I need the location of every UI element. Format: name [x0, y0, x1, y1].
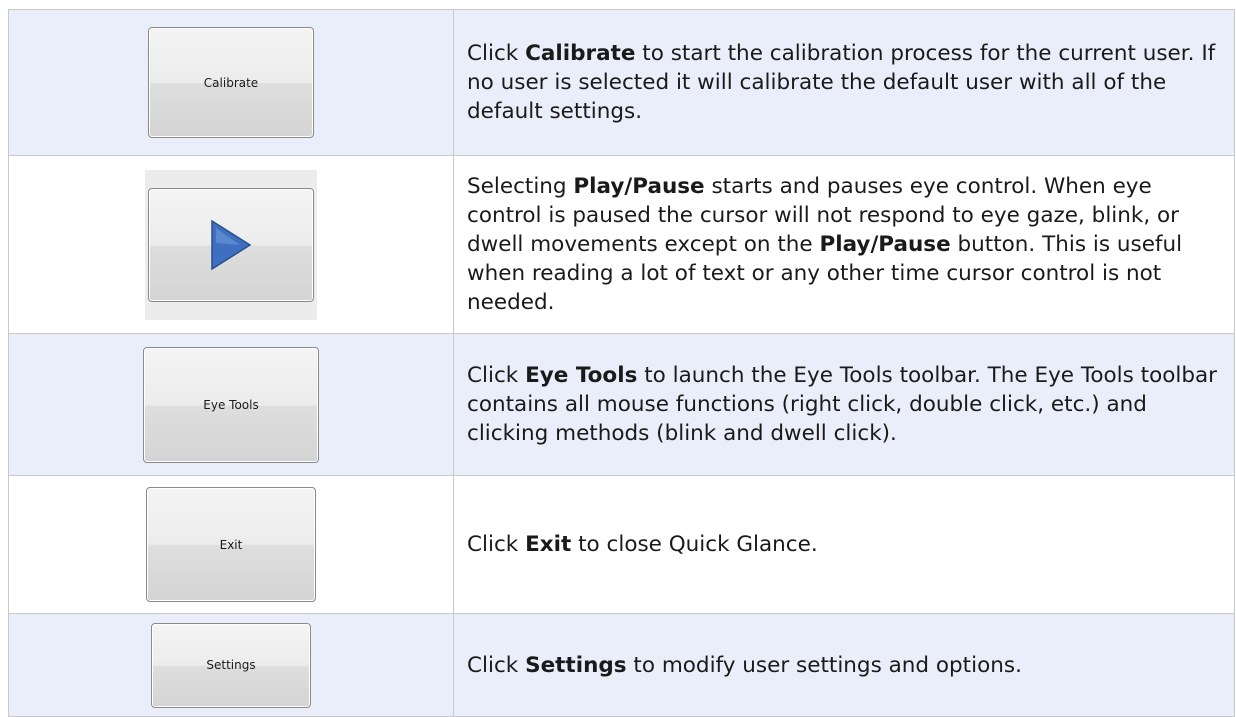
button-image-cell: Eye Tools: [8, 333, 454, 476]
description-text: Click: [467, 41, 526, 66]
button-image-cell: Calibrate: [8, 9, 454, 156]
description-text: Click: [467, 532, 526, 557]
description-calibrate: Click Calibrate to start the calibration…: [453, 9, 1235, 156]
exit-button[interactable]: Exit: [146, 487, 316, 602]
description-exit: Click Exit to close Quick Glance.: [453, 475, 1235, 614]
play-icon: [211, 219, 252, 270]
keyword-play-pause-2: Play/Pause: [819, 232, 951, 257]
eye-tools-button[interactable]: Eye Tools: [143, 346, 319, 463]
description-play-pause: Selecting Play/Pause starts and pauses e…: [453, 155, 1235, 334]
button-image-cell: [8, 155, 454, 334]
keyword-settings: Settings: [525, 652, 627, 678]
calibrate-button[interactable]: Calibrate: [148, 27, 314, 138]
feature-table: Calibrate Click Calibrate to start the c…: [8, 9, 1235, 717]
table-row-eye-tools: Eye Tools Click Eye Tools to launch the …: [8, 333, 1235, 476]
description-settings: Click Settings to modify user settings a…: [453, 613, 1235, 717]
button-image-cell: Exit: [8, 475, 454, 614]
table-row-play-pause: Selecting Play/Pause starts and pauses e…: [8, 155, 1235, 334]
description-text: Selecting: [467, 174, 574, 199]
description-text: to close Quick Glance.: [571, 532, 818, 557]
keyword-eye-tools: Eye Tools: [525, 363, 638, 388]
keyword-exit: Exit: [525, 532, 572, 557]
play-pause-frame: [145, 169, 317, 320]
table-row-exit: Exit Click Exit to close Quick Glance.: [8, 475, 1235, 614]
settings-button[interactable]: Settings: [151, 622, 311, 708]
description-eye-tools: Click Eye Tools to launch the Eye Tools …: [453, 333, 1235, 476]
table-row-calibrate: Calibrate Click Calibrate to start the c…: [8, 9, 1235, 156]
keyword-play-pause: Play/Pause: [573, 174, 705, 199]
description-text: Click: [467, 652, 526, 678]
table-row-settings: Settings Click Settings to modify user s…: [8, 613, 1235, 717]
description-text: to modify user settings and options.: [626, 652, 1022, 678]
description-text: Click: [467, 363, 526, 388]
keyword-calibrate: Calibrate: [525, 41, 636, 66]
button-image-cell: Settings: [8, 613, 454, 717]
play-pause-button[interactable]: [148, 187, 314, 302]
